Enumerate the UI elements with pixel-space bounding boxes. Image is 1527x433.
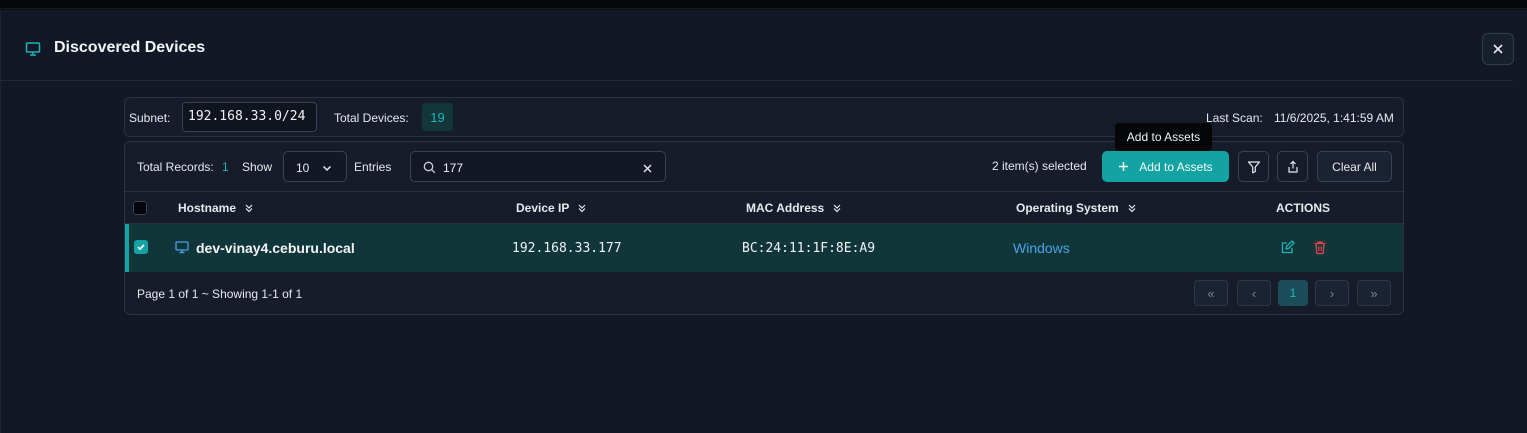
operating-system-link[interactable]: Windows — [1013, 240, 1070, 256]
clear-search-icon[interactable] — [642, 161, 653, 179]
subnet-label: Subnet: — [129, 111, 171, 125]
search-value: 177 — [443, 161, 464, 175]
column-header-hostname[interactable]: Hostname — [178, 201, 254, 215]
column-label: ACTIONS — [1276, 201, 1330, 215]
selected-count-text: 2 item(s) selected — [992, 159, 1087, 173]
mac-address-cell: BC:24:11:1F:8E:A9 — [742, 241, 876, 256]
column-header-actions: ACTIONS — [1276, 201, 1330, 215]
delete-icon[interactable] — [1313, 240, 1327, 260]
total-records-value: 1 — [222, 160, 229, 174]
close-icon — [1493, 44, 1503, 54]
search-input[interactable]: 177 — [410, 151, 666, 182]
sort-icon — [578, 204, 586, 213]
filter-icon — [1247, 160, 1260, 173]
entries-value: 10 — [296, 161, 310, 175]
table-toolbar: Total Records: 1 Show 10 Entries 177 2 i… — [125, 142, 1403, 192]
total-records-label: Total Records: — [137, 160, 214, 174]
page-1-button[interactable]: 1 — [1278, 280, 1308, 306]
next-page-button[interactable]: › — [1315, 280, 1349, 306]
export-button[interactable] — [1277, 151, 1308, 182]
column-header-device-ip[interactable]: Device IP — [516, 201, 587, 215]
last-scan-value: 11/6/2025, 1:41:59 AM — [1274, 111, 1394, 125]
search-icon — [423, 161, 436, 179]
subnet-field[interactable]: 192.168.33.0/24 — [182, 102, 317, 132]
sort-icon — [1128, 204, 1136, 213]
select-all-checkbox[interactable] — [133, 201, 147, 215]
column-header-mac-address[interactable]: MAC Address — [746, 201, 842, 215]
add-to-assets-label: Add to Assets — [1139, 159, 1213, 174]
close-button[interactable] — [1482, 33, 1514, 65]
column-label: Device IP — [516, 201, 570, 215]
last-scan-label: Last Scan: — [1206, 111, 1263, 125]
monitor-icon — [25, 41, 41, 57]
pagination-info: Page 1 of 1 ~ Showing 1-1 of 1 — [137, 287, 303, 301]
column-label: MAC Address — [746, 201, 825, 215]
sort-icon — [833, 204, 841, 213]
check-icon — [137, 244, 145, 251]
total-devices-badge: 19 — [422, 103, 453, 131]
previous-page-button[interactable]: ‹ — [1237, 280, 1271, 306]
table-header: Hostname Device IP MAC Address Operating… — [125, 192, 1403, 224]
show-label: Show — [242, 160, 273, 174]
total-devices-label: Total Devices: — [334, 111, 409, 125]
table-row[interactable]: dev-vinay4.ceburu.local 192.168.33.177 B… — [125, 224, 1403, 272]
row-checkbox[interactable] — [134, 240, 148, 254]
column-header-operating-system[interactable]: Operating System — [1016, 201, 1137, 215]
filter-button[interactable] — [1238, 151, 1269, 182]
column-label: Operating System — [1016, 201, 1119, 215]
modal-title: Discovered Devices — [54, 39, 206, 56]
entries-label: Entries — [354, 160, 392, 174]
sort-icon — [245, 204, 253, 213]
export-icon — [1287, 160, 1298, 173]
discovered-devices-modal: Discovered Devices Subnet: 192.168.33.0/… — [0, 10, 1527, 433]
last-page-button[interactable]: » — [1357, 280, 1391, 306]
entries-select[interactable]: 10 — [283, 151, 347, 182]
table-footer: Page 1 of 1 ~ Showing 1-1 of 1 « ‹ 1 › » — [125, 272, 1403, 314]
chevron-down-icon — [322, 162, 332, 176]
first-page-button[interactable]: « — [1194, 280, 1228, 306]
column-label: Hostname — [178, 201, 237, 215]
hostname-cell: dev-vinay4.ceburu.local — [196, 240, 355, 256]
modal-header: Discovered Devices — [1, 10, 1514, 81]
window-top-strip — [0, 0, 1527, 9]
clear-all-button[interactable]: Clear All — [1317, 151, 1392, 182]
devices-table-panel: Total Records: 1 Show 10 Entries 177 2 i… — [124, 141, 1404, 315]
add-to-assets-button[interactable]: Add to Assets — [1102, 151, 1229, 182]
device-ip-cell: 192.168.33.177 — [512, 241, 622, 256]
edit-icon[interactable] — [1280, 240, 1295, 260]
monitor-icon — [175, 240, 189, 259]
add-to-assets-tooltip: Add to Assets — [1115, 123, 1212, 151]
subnet-info-bar: Subnet: 192.168.33.0/24 Total Devices: 1… — [124, 97, 1404, 137]
plus-icon — [1119, 162, 1129, 171]
